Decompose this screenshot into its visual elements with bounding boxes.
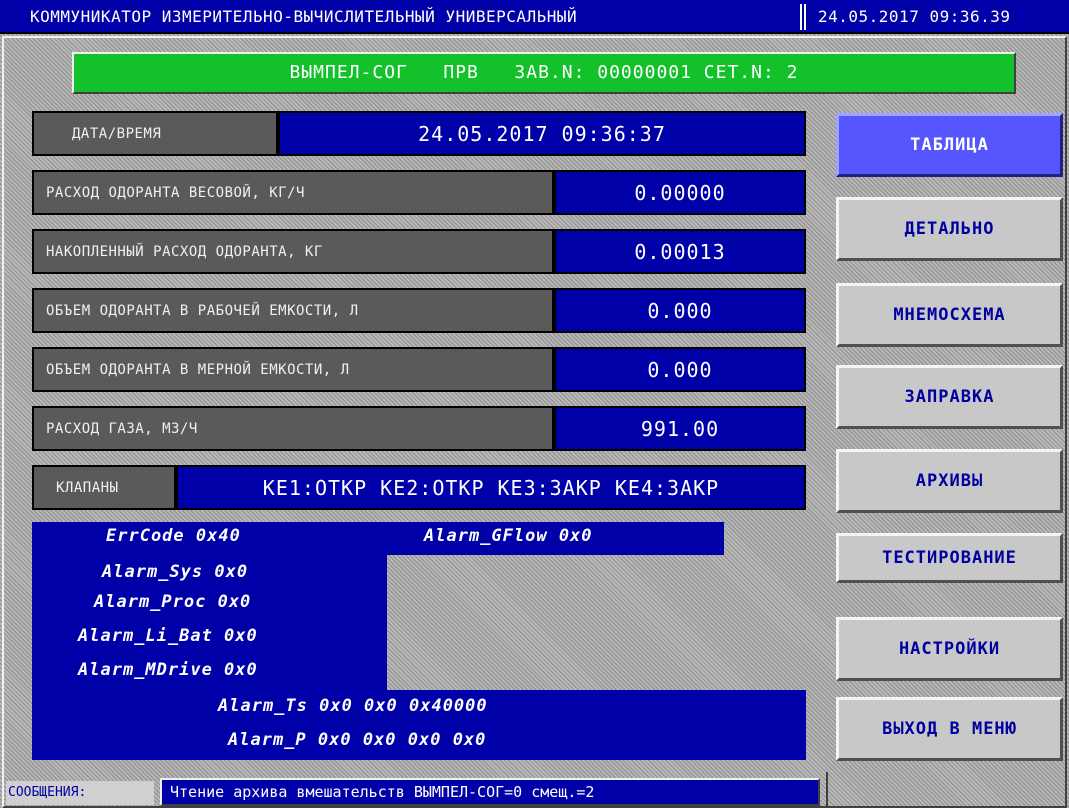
odorant-mass-flow-label: РАСХОД ОДОРАНТА ВЕСОВОЙ, КГ/Ч — [32, 170, 554, 215]
gas-flow-label: РАСХОД ГАЗА, М3/Ч — [32, 406, 554, 451]
refuel-button[interactable]: ЗАПРАВКА — [836, 365, 1063, 429]
valves-label: КЛАПАНЫ — [32, 465, 176, 510]
table-button[interactable]: ТАБЛИЦА — [836, 113, 1063, 177]
messages-divider — [826, 772, 846, 808]
settings-button[interactable]: НАСТРОЙКИ — [836, 617, 1063, 681]
app-title: КОММУНИКАТОР ИЗМЕРИТЕЛЬНО-ВЫЧИСЛИТЕЛЬНЫЙ… — [30, 7, 578, 26]
title-bar: КОММУНИКАТОР ИЗМЕРИТЕЛЬНО-ВЫЧИСЛИТЕЛЬНЫЙ… — [0, 0, 1069, 34]
alarm-sys: Alarm_Sys 0x0 — [102, 562, 249, 582]
datetime-label: ДАТА/ВРЕМЯ — [32, 111, 278, 156]
archives-button[interactable]: АРХИВЫ — [836, 449, 1063, 513]
testing-button[interactable]: ТЕСТИРОВАНИЕ — [836, 533, 1063, 583]
odorant-mass-flow-value: 0.00000 — [554, 170, 806, 215]
measure-tank-volume-label: ОБЪЕМ ОДОРАНТА В МЕРНОЙ ЕМКОСТИ, Л — [32, 347, 554, 392]
alarm-mdrive: Alarm_MDrive 0x0 — [78, 660, 258, 680]
messages-text: Чтение архива вмешательств ВЫМПЕЛ-СОГ=0 … — [160, 778, 820, 806]
odorant-accumulated-value: 0.00013 — [554, 229, 806, 274]
detail-button[interactable]: ДЕТАЛЬНО — [836, 197, 1063, 261]
alarm-gflow: Alarm_GFlow 0x0 — [424, 526, 593, 546]
alarm-errcode: ErrCode 0x40 — [106, 526, 241, 546]
measure-tank-volume-value: 0.000 — [554, 347, 806, 392]
odorant-accumulated-label: НАКОПЛЕННЫЙ РАСХОД ОДОРАНТА, КГ — [32, 229, 554, 274]
device-header: ВЫМПЕЛ-СОГ ПРВ ЗАВ.N: 00000001 СЕТ.N: 2 — [72, 52, 1016, 94]
work-tank-volume-label: ОБЪЕМ ОДОРАНТА В РАБОЧЕЙ ЕМКОСТИ, Л — [32, 288, 554, 333]
mnemo-button[interactable]: МНЕМОСХЕМА — [836, 283, 1063, 347]
alarm-proc: Alarm_Proc 0x0 — [94, 592, 252, 612]
work-tank-volume-value: 0.000 — [554, 288, 806, 333]
alarm-ts: Alarm_Ts 0x0 0x0 0x40000 — [218, 696, 488, 716]
datetime-value: 24.05.2017 09:36:37 — [278, 111, 806, 156]
alarm-p: Alarm_P 0x0 0x0 0x0 0x0 — [228, 730, 487, 750]
title-divider — [800, 4, 806, 30]
messages-label: СООБЩЕНИЯ: — [6, 781, 154, 805]
alarm-li-bat: Alarm_Li_Bat 0x0 — [78, 626, 258, 646]
valves-value: КЕ1:ОТКР КЕ2:ОТКР КЕ3:ЗАКР КЕ4:ЗАКР — [176, 465, 806, 510]
gas-flow-value: 991.00 — [554, 406, 806, 451]
system-clock: 24.05.2017 09:36.39 — [818, 7, 1011, 26]
exit-to-menu-button[interactable]: ВЫХОД В МЕНЮ — [836, 697, 1063, 761]
